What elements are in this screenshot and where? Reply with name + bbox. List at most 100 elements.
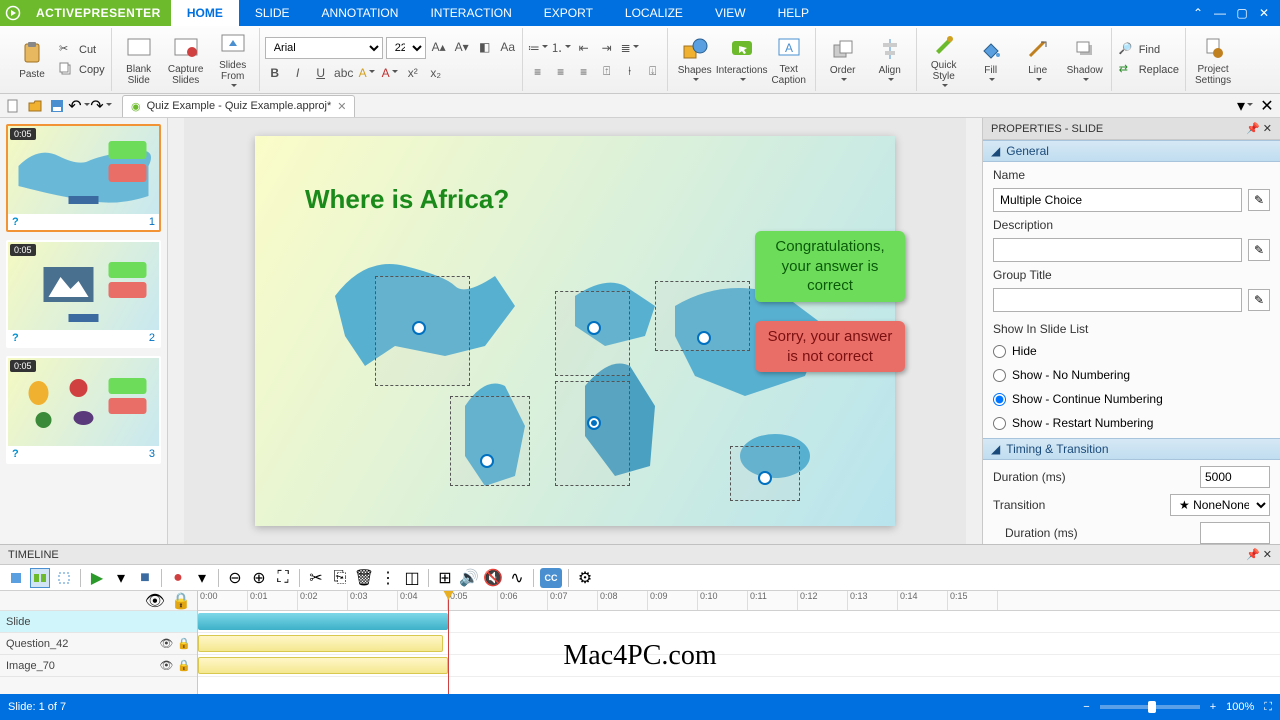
timeline-lanes[interactable]: 0:00 0:01 0:02 0:03 0:04 0:05 0:06 0:07 … xyxy=(198,591,1280,694)
subscript-icon[interactable]: x₂ xyxy=(426,63,446,83)
timeline-close-icon[interactable]: ✕ xyxy=(1263,549,1272,561)
name-input[interactable] xyxy=(993,188,1242,212)
slide-thumb-3[interactable]: 0:05 ?3 xyxy=(6,356,161,464)
radio-africa[interactable] xyxy=(587,416,601,430)
tl-delete-icon[interactable]: 🗑 xyxy=(354,568,374,588)
align-center-icon[interactable]: ≡ xyxy=(551,62,571,82)
track-image[interactable]: Image_70👁🔒 xyxy=(0,655,197,677)
track-vis-icon[interactable]: 👁 xyxy=(159,659,173,672)
valign-bot-icon[interactable]: ⍗ xyxy=(643,62,663,82)
lock-icon[interactable]: 🔒 xyxy=(171,591,191,611)
tl-zoom-out-icon[interactable]: ⊖ xyxy=(225,568,245,588)
bar-question[interactable] xyxy=(198,635,443,652)
radio-hide[interactable]: Hide xyxy=(993,342,1270,360)
radio-north-america[interactable] xyxy=(412,321,426,335)
bar-image[interactable] xyxy=(198,657,448,674)
blank-slide-button[interactable]: Blank Slide xyxy=(117,30,161,90)
track-lock-icon[interactable]: 🔒 xyxy=(177,659,191,672)
group-title-edit-icon[interactable]: ✎ xyxy=(1248,289,1270,311)
close-tab-icon[interactable]: ✕ xyxy=(337,100,346,113)
track-slide[interactable]: Slide xyxy=(0,611,197,633)
group-title-input[interactable] xyxy=(993,288,1242,312)
line-button[interactable]: Line xyxy=(1016,30,1060,90)
tl-zoom-fit-icon[interactable]: ⛶ xyxy=(273,568,293,588)
open-icon[interactable] xyxy=(26,97,44,115)
radio-south-america[interactable] xyxy=(480,454,494,468)
slide-canvas[interactable]: Where is Africa? Congratulations, your a… xyxy=(255,136,895,526)
tl-fade-icon[interactable]: ∿ xyxy=(507,568,527,588)
trans-duration-input[interactable] xyxy=(1200,522,1270,544)
name-edit-icon[interactable]: ✎ xyxy=(1248,189,1270,211)
menu-localize[interactable]: LOCALIZE xyxy=(609,0,699,26)
description-edit-icon[interactable]: ✎ xyxy=(1248,239,1270,261)
redo-icon[interactable]: ↷ xyxy=(92,97,110,115)
highlight-icon[interactable]: A xyxy=(357,63,377,83)
menu-help[interactable]: HELP xyxy=(762,0,825,26)
find-button[interactable]: 🔎Find xyxy=(1117,41,1181,59)
transition-select[interactable]: ★ NoneNone xyxy=(1170,494,1270,516)
tl-insert-time-icon[interactable]: ⊞ xyxy=(435,568,455,588)
quick-style-button[interactable]: Quick Style xyxy=(922,30,966,90)
lane-question[interactable] xyxy=(198,633,1280,655)
underline-icon[interactable]: U xyxy=(311,63,331,83)
align-left-icon[interactable]: ≡ xyxy=(528,62,548,82)
capture-slides-button[interactable]: Capture Slides xyxy=(164,30,208,90)
font-size-select[interactable]: 22 xyxy=(386,37,426,59)
copy-button[interactable]: Copy xyxy=(57,61,107,79)
tl-record-icon[interactable]: ● xyxy=(168,568,188,588)
panel-close-icon[interactable]: ✕ xyxy=(1258,97,1276,115)
document-tab[interactable]: ◉ Quiz Example - Quiz Example.approj* ✕ xyxy=(122,95,355,117)
slide-panel[interactable]: 0:05 ?1 0:05 ?2 0:05 ?3 xyxy=(0,118,168,544)
tl-zoom-in-icon[interactable]: ⊕ xyxy=(249,568,269,588)
tl-cc-icon[interactable]: CC xyxy=(540,568,562,588)
description-input[interactable] xyxy=(993,238,1242,262)
tl-play-icon[interactable]: ▶ xyxy=(87,568,107,588)
zoom-plus-icon[interactable]: + xyxy=(1210,701,1216,713)
tl-settings-icon[interactable]: ⚙ xyxy=(575,568,595,588)
callout-incorrect[interactable]: Sorry, your answer is not correct xyxy=(755,321,905,372)
menu-slide[interactable]: SLIDE xyxy=(239,0,306,26)
order-button[interactable]: Order xyxy=(821,30,865,90)
track-question[interactable]: Question_42👁🔒 xyxy=(0,633,197,655)
fit-window-icon[interactable]: ⛶ xyxy=(1264,701,1272,714)
tl-volume-icon[interactable]: 🔊 xyxy=(459,568,479,588)
increase-font-icon[interactable]: A▴ xyxy=(429,37,449,57)
decrease-font-icon[interactable]: A▾ xyxy=(452,37,472,57)
menu-export[interactable]: EXPORT xyxy=(528,0,609,26)
timeline-ruler[interactable]: 0:00 0:01 0:02 0:03 0:04 0:05 0:06 0:07 … xyxy=(198,591,1280,611)
zoom-slider[interactable] xyxy=(1100,705,1200,709)
timeline-playhead[interactable] xyxy=(448,591,449,694)
slide-thumb-1[interactable]: 0:05 ?1 xyxy=(6,124,161,232)
cut-button[interactable]: ✂Cut xyxy=(57,41,107,59)
tl-split-icon[interactable]: ⋮ xyxy=(378,568,398,588)
italic-icon[interactable]: I xyxy=(288,63,308,83)
visibility-icon[interactable]: 👁 xyxy=(145,591,165,611)
zoom-minus-icon[interactable]: − xyxy=(1083,701,1089,713)
fill-button[interactable]: Fill xyxy=(969,30,1013,90)
tl-mode-icon[interactable] xyxy=(30,568,50,588)
numbering-icon[interactable]: ⒈ xyxy=(551,38,571,58)
menu-interaction[interactable]: INTERACTION xyxy=(414,0,527,26)
clear-format-icon[interactable]: ◧ xyxy=(475,37,495,57)
menu-home[interactable]: HOME xyxy=(171,0,239,26)
bullets-icon[interactable]: ≔ xyxy=(528,38,548,58)
timeline-pin-icon[interactable]: 📌 xyxy=(1246,549,1260,561)
superscript-icon[interactable]: x² xyxy=(403,63,423,83)
radio-europe[interactable] xyxy=(587,321,601,335)
zoom-thumb[interactable] xyxy=(1148,701,1156,713)
strike-icon[interactable]: abc xyxy=(334,63,354,83)
valign-mid-icon[interactable]: ⍿ xyxy=(620,62,640,82)
canvas-area[interactable]: Where is Africa? Congratulations, your a… xyxy=(168,118,982,544)
tl-cut-icon[interactable]: ✂ xyxy=(306,568,326,588)
tl-copy-icon[interactable]: ⎘ xyxy=(330,568,350,588)
valign-top-icon[interactable]: ⍐ xyxy=(597,62,617,82)
radio-asia[interactable] xyxy=(697,331,711,345)
paste-button[interactable]: Paste xyxy=(10,30,54,90)
region-south-america[interactable] xyxy=(450,396,530,486)
minimize-icon[interactable]: — xyxy=(1212,5,1228,21)
tl-crop-icon[interactable]: ◫ xyxy=(402,568,422,588)
menu-view[interactable]: VIEW xyxy=(699,0,762,26)
shapes-button[interactable]: Shapes xyxy=(673,30,717,90)
slide-thumb-2[interactable]: 0:05 ?2 xyxy=(6,240,161,348)
track-lock-icon[interactable]: 🔒 xyxy=(177,637,191,650)
